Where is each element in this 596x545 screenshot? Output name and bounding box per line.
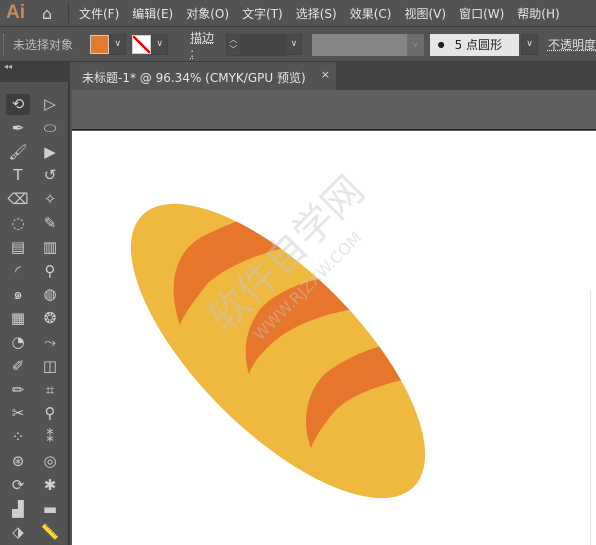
bread-loaf[interactable] — [86, 159, 471, 544]
artwork: 软件自学网 WWW.RJZXW.COM — [86, 159, 471, 544]
